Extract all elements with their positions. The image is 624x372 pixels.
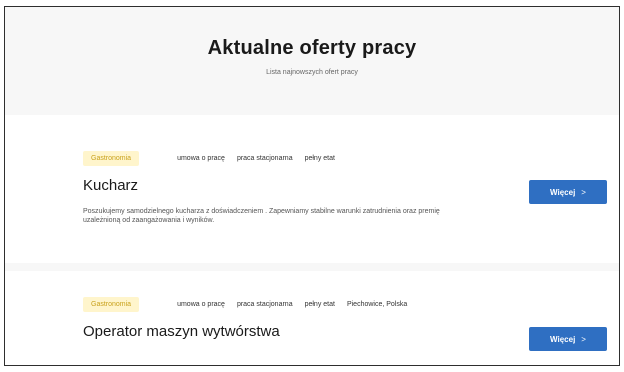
- more-button-label: Więcej: [550, 187, 576, 197]
- tag-work-time: pełny etat: [304, 155, 335, 162]
- job-description: Poszukujemy samodzielnego kucharza z doś…: [83, 208, 440, 224]
- job-card-operator: Gastronomia umowa o pracę praca stacjona…: [5, 271, 619, 365]
- tag-work-mode: praca stacjonarna: [236, 301, 293, 308]
- tag-work-time: pełny etat: [304, 301, 335, 308]
- more-button-label: Więcej: [550, 334, 576, 344]
- page-title: Aktualne oferty pracy: [207, 37, 417, 59]
- chevron-right-icon: >: [581, 334, 586, 344]
- page-header: Aktualne oferty pracy Lista najnowszych …: [5, 7, 619, 113]
- more-button[interactable]: Więcej >: [529, 180, 607, 204]
- chevron-right-icon: >: [581, 187, 586, 197]
- job-card-kucharz: Gastronomia umowa o pracę praca stacjona…: [5, 115, 619, 263]
- tag-location: Piechowice, Polska: [346, 301, 408, 308]
- tag-work-mode: praca stacjonarna: [236, 155, 293, 162]
- tag-contract-type: umowa o pracę: [177, 301, 225, 308]
- job-title[interactable]: Operator maszyn wytwórstwa: [83, 323, 280, 340]
- page-subtitle: Lista najnowszych ofert pracy: [266, 69, 358, 76]
- page-frame: Aktualne oferty pracy Lista najnowszych …: [4, 6, 620, 366]
- job-title[interactable]: Kucharz: [83, 177, 138, 194]
- category-badge: Gastronomia: [83, 297, 140, 312]
- tag-contract-type: umowa o pracę: [177, 155, 225, 162]
- category-badge: Gastronomia: [83, 151, 140, 166]
- job-tags: Gastronomia umowa o pracę praca stacjona…: [83, 297, 419, 312]
- more-button[interactable]: Więcej >: [529, 327, 607, 351]
- job-tags: Gastronomia umowa o pracę praca stacjona…: [83, 151, 347, 166]
